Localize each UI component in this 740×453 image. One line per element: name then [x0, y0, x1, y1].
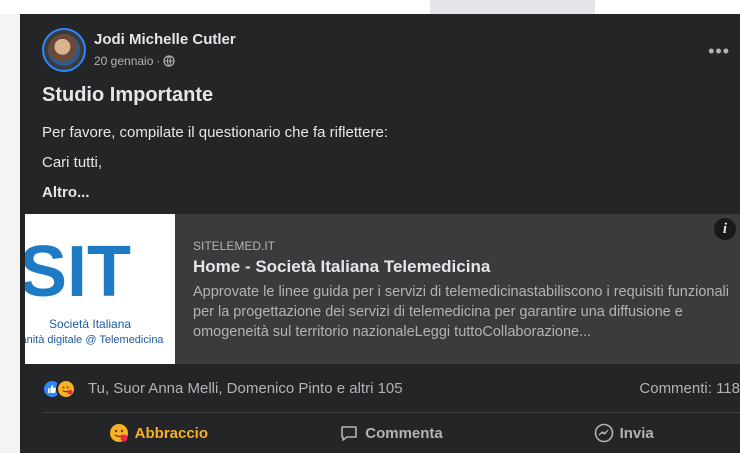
reaction-names[interactable]: Tu, Suor Anna Melli, Domenico Pinto e al…: [88, 380, 403, 397]
post-text-line: Cari tutti,: [42, 154, 103, 171]
hug-button[interactable]: Abbraccio: [42, 416, 275, 450]
link-preview-image: SIT Società Italiana sanità digitale @ T…: [25, 214, 175, 364]
post-title: Studio Importante: [42, 84, 214, 106]
avatar[interactable]: [42, 28, 86, 72]
divider: [42, 412, 740, 413]
post-meta: 20 gennaio ·: [94, 54, 175, 68]
more-options-icon[interactable]: •••: [708, 42, 730, 60]
link-description: Approvate le linee guida per i servizi d…: [193, 284, 729, 340]
globe-icon: [163, 55, 175, 67]
reaction-icons[interactable]: [42, 379, 82, 399]
link-domain: SITELEMED.IT: [193, 239, 276, 253]
send-button[interactable]: Invia: [507, 416, 740, 450]
post-date[interactable]: 20 gennaio: [94, 54, 153, 68]
facebook-post: Jodi Michelle Cutler 20 gennaio · ••• St…: [20, 14, 740, 453]
link-preview-card[interactable]: SIT Società Italiana sanità digitale @ T…: [25, 214, 740, 364]
send-label: Invia: [619, 424, 654, 442]
sit-logo-line2: sanità digitale @ Telemedicina: [25, 334, 164, 346]
reactions-bar: Tu, Suor Anna Melli, Domenico Pinto e al…: [42, 377, 740, 399]
page-top-strip: [0, 0, 740, 14]
comment-label: Commenta: [365, 424, 443, 442]
see-more-link[interactable]: Altro...: [42, 184, 90, 201]
comment-icon: [341, 426, 358, 441]
comment-button[interactable]: Commenta: [275, 416, 508, 450]
link-title[interactable]: Home - Società Italiana Telemedicina: [193, 257, 490, 277]
author-name[interactable]: Jodi Michelle Cutler: [94, 31, 236, 48]
meta-separator: ·: [156, 54, 161, 68]
info-icon[interactable]: i: [714, 218, 736, 240]
post-header: Jodi Michelle Cutler 20 gennaio · •••: [42, 28, 730, 72]
post-text-line: Per favore, compilate il questionario ch…: [42, 124, 389, 141]
page-top-block: [430, 0, 595, 14]
sit-logo-line1: Società Italiana: [49, 317, 131, 331]
sit-logo: SIT Società Italiana sanità digitale @ T…: [25, 232, 164, 346]
messenger-icon: [594, 423, 613, 443]
hug-reaction-icon: [56, 379, 76, 399]
comments-count[interactable]: Commenti: 118: [639, 380, 740, 397]
sit-logo-letters: SIT: [25, 232, 131, 312]
hug-icon: [109, 424, 128, 442]
post-actions: Abbraccio Commenta Invia: [42, 416, 740, 450]
page-left-strip: [0, 14, 20, 453]
hug-label: Abbraccio: [134, 424, 209, 442]
